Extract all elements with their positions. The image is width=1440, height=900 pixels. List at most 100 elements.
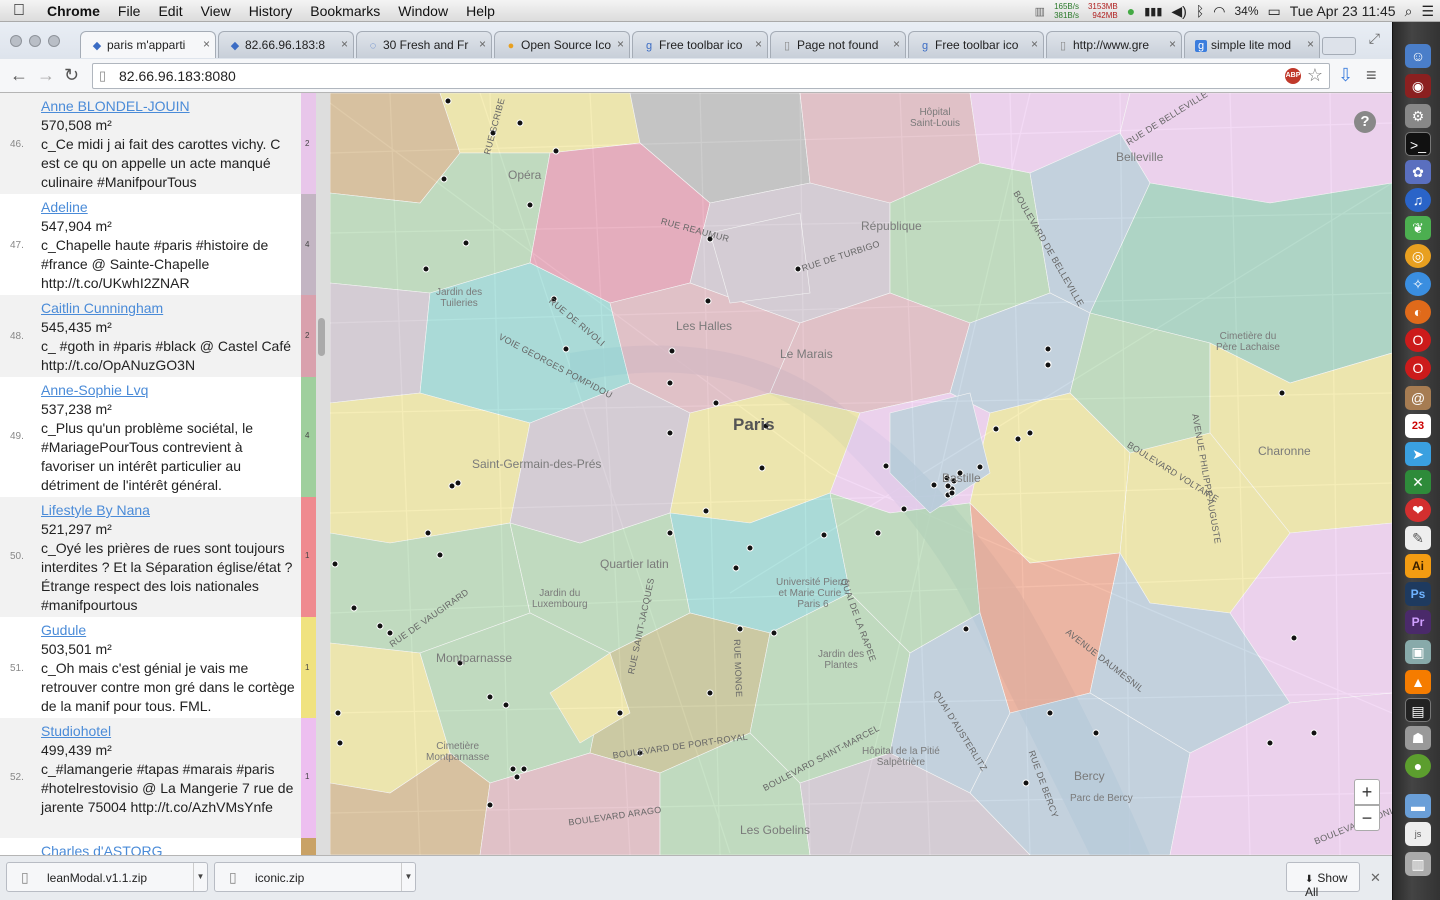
- menu-edit[interactable]: Edit: [149, 3, 191, 19]
- help-button[interactable]: ?: [1354, 111, 1376, 133]
- zoom-out-button[interactable]: −: [1354, 805, 1380, 831]
- chrome-icon[interactable]: ◎: [1405, 244, 1431, 268]
- notification-center-icon[interactable]: ☰: [1421, 3, 1434, 20]
- folder-icon[interactable]: ▬: [1405, 794, 1431, 818]
- entry-user-link[interactable]: Charles d'ASTORG: [41, 842, 297, 855]
- dashboard-icon[interactable]: ✿: [1405, 160, 1431, 184]
- wifi-icon[interactable]: ◠: [1213, 3, 1225, 20]
- photoshop-icon[interactable]: Ps: [1405, 582, 1431, 606]
- tab-close-icon[interactable]: ×: [1031, 37, 1038, 51]
- entry-user-link[interactable]: Gudule: [41, 621, 297, 640]
- tab-30-fresh[interactable]: ◌ 30 Fresh and Fr ×: [356, 31, 492, 58]
- automator-icon[interactable]: ☗: [1405, 726, 1431, 750]
- entry-user-link[interactable]: Caitlin Cunningham: [41, 299, 297, 318]
- keka-icon[interactable]: ●: [1405, 754, 1431, 778]
- evernote-menu-icon[interactable]: ●: [1127, 3, 1135, 19]
- tab-free-toolbar-2[interactable]: g Free toolbar ico ×: [908, 31, 1044, 58]
- menu-help[interactable]: Help: [457, 3, 504, 19]
- battery-level[interactable]: 34%: [1234, 4, 1258, 18]
- tab-close-icon[interactable]: ×: [1169, 37, 1176, 51]
- contacts-icon[interactable]: @: [1405, 386, 1431, 410]
- new-tab-button[interactable]: [1322, 37, 1356, 55]
- tab-close-icon[interactable]: ×: [203, 37, 210, 51]
- preview-icon[interactable]: ▣: [1405, 640, 1431, 664]
- opera-icon[interactable]: O: [1405, 328, 1431, 352]
- terminal-icon[interactable]: >_: [1405, 132, 1431, 156]
- extension-icon[interactable]: ⇩: [1338, 65, 1353, 86]
- tab-close-icon[interactable]: ×: [893, 37, 900, 51]
- tab-paris[interactable]: ◆ paris m'apparti ×: [80, 31, 216, 58]
- menu-file[interactable]: File: [109, 3, 150, 19]
- entry-user-link[interactable]: Adeline: [41, 198, 297, 217]
- zoom-in-button[interactable]: +: [1354, 779, 1380, 805]
- calendar-icon[interactable]: 23: [1405, 414, 1431, 438]
- tab-close-icon[interactable]: ×: [341, 37, 348, 51]
- strawberry-icon[interactable]: ❤: [1405, 498, 1431, 522]
- network-monitor[interactable]: 165B/s 381B/s: [1054, 2, 1079, 20]
- final-cut-icon[interactable]: ▤: [1405, 698, 1431, 722]
- menu-view[interactable]: View: [192, 3, 240, 19]
- menu-bookmarks[interactable]: Bookmarks: [301, 3, 389, 19]
- opera-next-icon[interactable]: O: [1405, 356, 1431, 380]
- evernote-icon[interactable]: ❦: [1405, 216, 1431, 240]
- entry-user-link[interactable]: Anne-Sophie Lvq: [41, 381, 297, 400]
- tab-close-icon[interactable]: ×: [755, 37, 762, 51]
- system-preferences-icon[interactable]: ⚙: [1405, 104, 1431, 128]
- chrome-menu-icon[interactable]: ≡: [1366, 65, 1377, 86]
- adblock-icon[interactable]: ABP: [1285, 68, 1301, 84]
- tab-page-not-found[interactable]: ▯ Page not found ×: [770, 31, 906, 58]
- entry-user-link[interactable]: Lifestyle By Nana: [41, 501, 297, 520]
- memory-monitor[interactable]: 3153MB 942MB: [1088, 2, 1118, 20]
- download-item-iconic[interactable]: ▯ iconic.zip ▼: [214, 862, 416, 892]
- show-all-downloads-button[interactable]: ⬇ Show All: [1286, 862, 1360, 899]
- tab-http-gre[interactable]: ▯ http://www.gre ×: [1046, 31, 1182, 58]
- tab-open-source[interactable]: ● Open Source Ico ×: [494, 31, 630, 58]
- close-downloads-icon[interactable]: ✕: [1370, 870, 1381, 886]
- tab-simple-lite[interactable]: g simple lite mod ×: [1184, 31, 1320, 58]
- back-arrow-icon[interactable]: ←: [10, 65, 28, 86]
- close-window-button[interactable]: [10, 35, 22, 47]
- entry-user-link[interactable]: Anne BLONDEL-JOUIN: [41, 97, 297, 116]
- download-item-leanmodal[interactable]: ▯ leanModal.v1.1.zip ▼: [6, 862, 208, 892]
- flag-icon[interactable]: ▮▮▮: [1144, 5, 1162, 18]
- volume-icon[interactable]: ◀): [1171, 3, 1186, 20]
- tab-close-icon[interactable]: ×: [1307, 37, 1314, 51]
- vlc-icon[interactable]: ▲: [1405, 670, 1431, 694]
- tab-ip[interactable]: ◆ 82.66.96.183:8 ×: [218, 31, 354, 58]
- illustrator-icon[interactable]: Ai: [1405, 554, 1431, 578]
- bookmark-star-icon[interactable]: ☆: [1307, 65, 1323, 86]
- reload-icon[interactable]: ↻: [64, 65, 79, 86]
- address-bar[interactable]: ▯ 82.66.96.183:8080 ABP ☆: [92, 63, 1330, 89]
- textedit-icon[interactable]: ✎: [1405, 526, 1431, 550]
- download-menu-arrow-icon[interactable]: ▼: [193, 863, 207, 891]
- battery-icon[interactable]: ▭: [1268, 3, 1281, 20]
- entry-user-link[interactable]: Studiohotel: [41, 722, 297, 741]
- premiere-icon[interactable]: Pr: [1405, 610, 1431, 634]
- tab-free-toolbar[interactable]: g Free toolbar ico ×: [632, 31, 768, 58]
- tab-close-icon[interactable]: ×: [479, 37, 486, 51]
- sidebar-scrollbar[interactable]: [318, 318, 325, 356]
- cpu-monitor-icon[interactable]: ▥: [1035, 5, 1045, 18]
- firefox-icon[interactable]: ◐: [1405, 300, 1431, 324]
- tab-close-icon[interactable]: ×: [617, 37, 624, 51]
- finder-icon[interactable]: ☺: [1405, 44, 1431, 68]
- fullscreen-icon[interactable]: ⤢: [1369, 30, 1380, 47]
- download-menu-arrow-icon[interactable]: ▼: [401, 863, 415, 891]
- zoom-window-button[interactable]: [48, 35, 60, 47]
- itunes-icon[interactable]: ♫: [1405, 188, 1431, 212]
- menu-app-name[interactable]: Chrome: [38, 3, 109, 19]
- menu-history[interactable]: History: [240, 3, 302, 19]
- trash-icon[interactable]: ▥: [1405, 852, 1431, 876]
- menu-window[interactable]: Window: [389, 3, 457, 19]
- safari-icon[interactable]: ✧: [1405, 272, 1431, 296]
- forward-arrow-icon[interactable]: →: [37, 65, 55, 86]
- bluetooth-icon[interactable]: ᛒ: [1196, 3, 1204, 19]
- voronoi-map[interactable]: Paris Opéra République Belleville Hôpita…: [330, 93, 1392, 855]
- minimize-window-button[interactable]: [29, 35, 41, 47]
- photo-booth-icon[interactable]: ◉: [1405, 74, 1431, 98]
- datetime[interactable]: Tue Apr 23 11:45: [1290, 3, 1396, 19]
- js-file-icon[interactable]: js: [1405, 822, 1431, 846]
- spotlight-icon[interactable]: ⌕: [1405, 3, 1413, 20]
- xcode-icon[interactable]: ✕: [1405, 470, 1431, 494]
- apple-menu-icon[interactable]: : [0, 2, 38, 20]
